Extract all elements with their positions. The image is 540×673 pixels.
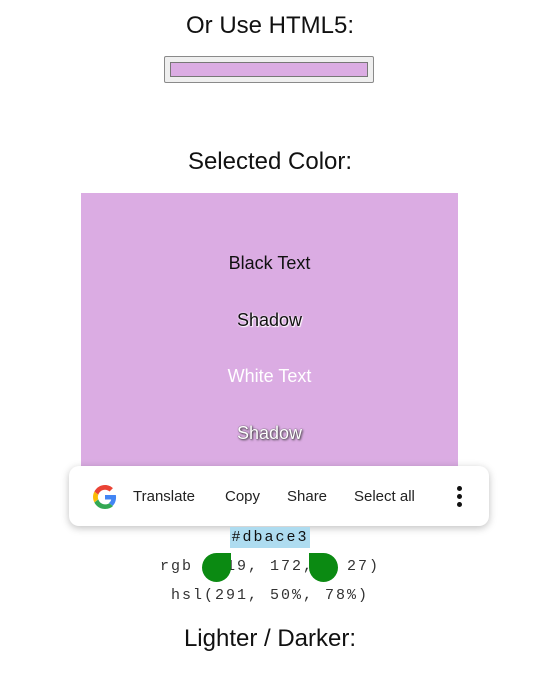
hsl-value[interactable]: hsl(291, 50%, 78%) [0, 587, 540, 604]
google-g-icon[interactable] [93, 485, 117, 509]
white-text-sample: White Text [227, 366, 312, 386]
rgb-middle: 19, 172, [225, 558, 314, 575]
select-all-button[interactable]: Select all [354, 488, 415, 505]
color-swatch [170, 62, 368, 77]
copy-button[interactable]: Copy [225, 488, 260, 505]
selection-end-handle[interactable] [309, 553, 338, 582]
hex-selection[interactable]: #dbace3 [230, 527, 310, 548]
white-shadow-sample: Shadow [236, 423, 303, 443]
black-text-sample: Black Text [228, 253, 311, 273]
share-button[interactable]: Share [287, 488, 327, 505]
html5-heading: Or Use HTML5: [185, 12, 355, 39]
selection-start-handle[interactable] [202, 553, 231, 582]
lighter-darker-heading: Lighter / Darker: [183, 625, 357, 652]
html5-color-picker[interactable] [164, 56, 374, 83]
text-selection-toolbar: Translate Copy Share Select all [69, 466, 489, 526]
more-vertical-icon[interactable] [453, 486, 465, 508]
color-preview-box: Black Text Shadow White Text Shadow [81, 193, 458, 483]
hex-value[interactable]: #dbace3 [0, 527, 540, 548]
translate-button[interactable]: Translate [133, 488, 195, 505]
rgb-value[interactable]: rgb 19, 172, 27) [0, 558, 540, 575]
black-shadow-sample: Shadow [236, 310, 303, 330]
rgb-prefix: rgb [159, 558, 193, 575]
rgb-suffix: 27) [347, 558, 381, 575]
selected-color-heading: Selected Color: [187, 148, 353, 175]
